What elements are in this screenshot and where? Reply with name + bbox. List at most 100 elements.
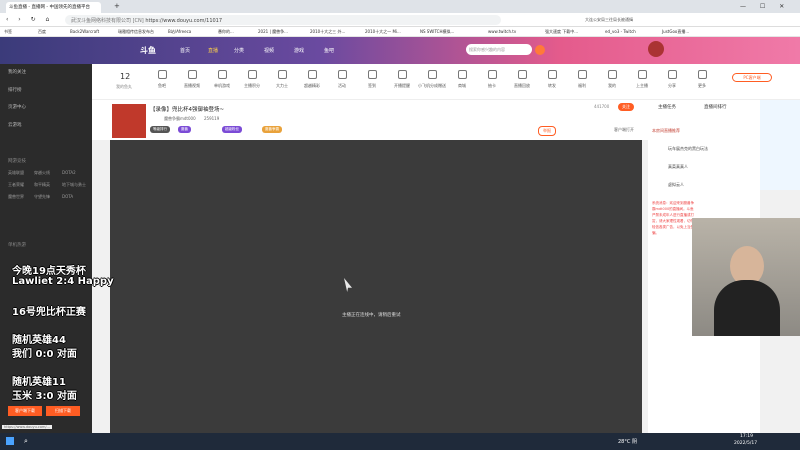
open-client-link[interactable]: 客户端打开 — [614, 127, 634, 133]
host-name[interactable]: 魔兽争霸mdt000 — [164, 116, 196, 122]
nav-home[interactable]: 首页 — [180, 47, 190, 54]
rank-title: 本房间直播推荐 — [652, 128, 680, 133]
bookmark-item[interactable]: 瑞雅相传信息发布台 — [118, 29, 154, 35]
search-input[interactable]: 搜索你感兴趣的内容 — [466, 44, 532, 55]
feature-icon — [247, 70, 257, 79]
game-link[interactable]: 和平精英 — [34, 182, 50, 188]
game-link[interactable]: 地下城与勇士 — [62, 182, 86, 188]
bookmarks-bar: 书签 百度 Back2Warcraft 瑞雅相传信息发布台 B站/Afreeca… — [0, 27, 800, 37]
scan-download-button[interactable]: 扫描下载 — [46, 406, 80, 416]
bookmark-item[interactable]: 2021 | 魔兽争... — [258, 29, 288, 35]
url-input[interactable]: 武汉斗鱼网络科技有限公司 [CN] https://www.douyu.com/… — [65, 15, 501, 25]
feature-item[interactable]: 转发 — [538, 70, 566, 89]
nav-video[interactable]: 视频 — [264, 47, 274, 54]
tag-game[interactable]: 魔兽 — [178, 126, 191, 133]
douyu-logo[interactable]: 斗鱼 — [140, 45, 156, 56]
bookmark-item[interactable]: B站/Afreeca — [168, 29, 191, 35]
feature-icon — [637, 70, 647, 79]
game-link[interactable]: DOTA — [62, 194, 73, 199]
feature-label: 单机游戏 — [214, 83, 230, 88]
search-icon[interactable] — [535, 45, 545, 55]
feature-item[interactable]: 分享 — [658, 70, 686, 89]
game-link[interactable]: 守望先锋 — [34, 194, 50, 200]
nav-games[interactable]: 游戏 — [294, 47, 304, 54]
feature-item[interactable]: 福利 — [568, 70, 596, 89]
feature-item[interactable]: 抽卡 — [478, 70, 506, 89]
feature-item[interactable]: 鱼吧 — [148, 70, 176, 89]
webcam-overlay — [692, 218, 800, 336]
feature-label: 鱼吧 — [158, 83, 166, 88]
feature-item[interactable]: 签到 — [358, 70, 386, 89]
rank-item[interactable]: 玩车展杰克的黑白玩法 — [668, 146, 708, 152]
feature-item[interactable]: 小飞机分成赠送 — [418, 70, 446, 89]
feature-item[interactable]: 超越精彩 — [298, 70, 326, 89]
feature-item[interactable]: 上主播 — [628, 70, 656, 89]
game-link[interactable]: DOTA2 — [62, 170, 76, 175]
bookmark-item[interactable]: Back2Warcraft — [70, 29, 99, 34]
search-icon[interactable]: ⌕ — [24, 437, 28, 446]
follower-count: 441700 — [594, 104, 610, 109]
feature-item[interactable]: 活动 — [328, 70, 356, 89]
feature-item[interactable]: 开播提醒 — [388, 70, 416, 89]
bookmark-item[interactable]: 2010十大之三 外... — [310, 29, 345, 35]
rank-item[interactable]: 真菜真真人 — [668, 164, 688, 170]
bookmark-item[interactable]: 愚你的... — [218, 29, 234, 35]
pc-client-button[interactable]: PC客户端 — [732, 73, 772, 82]
news-ticker[interactable]: 大连公安局三往局长被通缉 — [585, 17, 633, 23]
feature-label: 开播提醒 — [394, 83, 410, 88]
feature-label: 直播视频 — [184, 83, 200, 88]
host-avatar[interactable] — [112, 104, 146, 138]
follow-button[interactable]: 关注 — [618, 103, 634, 111]
tag-fans[interactable]: 超级粉丝 — [222, 126, 242, 133]
game-link[interactable]: 魔兽世界 — [8, 194, 24, 200]
feature-item[interactable]: 直播视频 — [178, 70, 206, 89]
bookmark-item[interactable]: 书签 — [4, 29, 12, 35]
windows-start-icon[interactable] — [6, 437, 14, 445]
feature-item[interactable]: 更多 — [688, 70, 716, 89]
feature-item[interactable]: 大力士 — [268, 70, 296, 89]
clock-time[interactable]: 17:19 — [740, 434, 753, 439]
bookmark-item[interactable]: ed_vo3 - Twitch — [605, 29, 636, 34]
bookmark-item[interactable]: 百度 — [38, 29, 46, 35]
bookmark-item[interactable]: www.twitch.tv — [488, 29, 516, 34]
rank-item[interactable]: 虚拟云人 — [668, 182, 684, 188]
feature-item[interactable]: 主播积分 — [238, 70, 266, 89]
user-level-label: 我的鱼丸 — [116, 84, 132, 89]
feature-icon — [457, 70, 467, 79]
nav-live[interactable]: 直播 — [208, 47, 218, 54]
feature-item[interactable]: 单机游戏 — [208, 70, 236, 89]
weather[interactable]: 28°C 阴 — [618, 438, 637, 445]
nav-yuba[interactable]: 鱼吧 — [324, 47, 334, 54]
bookmark-item[interactable]: 2010十大之一 Mi... — [365, 29, 401, 35]
clock-date[interactable]: 2022/5/17 — [734, 441, 757, 446]
tag-rank[interactable]: 等级排行 — [150, 126, 170, 133]
browser-tab-bar: 斗鱼直播 - 直播网 - 中国领先的直播平台 + — ☐ ✕ — [0, 0, 800, 13]
nav-buttons[interactable]: ‹ › ↻ ⌂ — [6, 16, 53, 23]
feature-item[interactable]: 商城 — [448, 70, 476, 89]
client-download-button[interactable]: 客户端下载 — [8, 406, 42, 416]
new-tab-button[interactable]: + — [114, 2, 120, 10]
sidebar-item-rank[interactable]: 排行榜 — [8, 87, 22, 93]
video-player[interactable]: 主播正在连线中，请稍后重试 — [110, 140, 642, 433]
nav-category[interactable]: 分类 — [234, 47, 244, 54]
browser-tab-active[interactable]: 斗鱼直播 - 直播网 - 中国领先的直播平台 — [6, 2, 101, 13]
report-button[interactable]: 举报 — [538, 126, 556, 136]
sidebar-item-webgame[interactable]: 页游中心 — [8, 104, 26, 110]
window-controls[interactable]: — ☐ ✕ — [740, 3, 790, 10]
tab-host-tasks[interactable]: 主播任务 — [658, 104, 676, 110]
fans-count: 259119 — [204, 116, 220, 121]
game-link[interactable]: 英雄联盟 — [8, 170, 24, 176]
sidebar-item-follow[interactable]: 我的关注 — [8, 69, 26, 75]
overlay-line: 玉米 3:0 对面 — [12, 391, 77, 402]
sidebar-item-cloudgame[interactable]: 云游戏 — [8, 122, 22, 128]
bookmark-item[interactable]: JustGoo直播... — [662, 29, 689, 35]
feature-item[interactable]: 直播回放 — [508, 70, 536, 89]
bookmark-item[interactable]: NS SWITCH模拟... — [420, 29, 454, 35]
tab-room-rank[interactable]: 直播间排行 — [704, 104, 727, 110]
feature-item[interactable]: 我的 — [598, 70, 626, 89]
game-link[interactable]: 王者荣耀 — [8, 182, 24, 188]
user-avatar[interactable] — [648, 41, 664, 57]
tag-category[interactable]: 魔兽争霸 — [262, 126, 282, 133]
bookmark-item[interactable]: 强大速度 下载中... — [545, 29, 578, 35]
game-link[interactable]: 穿越火线 — [34, 170, 50, 176]
